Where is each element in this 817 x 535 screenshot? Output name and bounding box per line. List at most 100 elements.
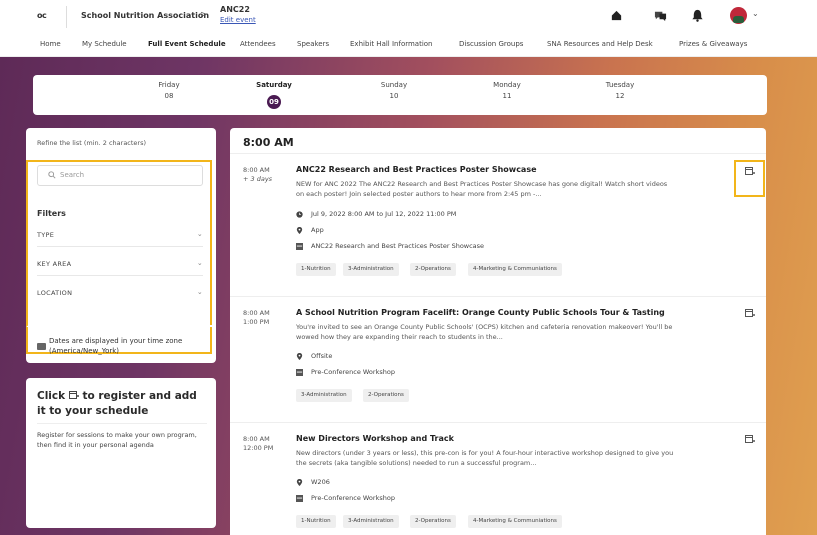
nav-item-prizes[interactable]: Prizes & Giveaways [679, 40, 747, 48]
day-number: 12 [615, 92, 625, 100]
day-name: Friday [158, 81, 180, 89]
location-pin-icon [296, 227, 303, 234]
divider [66, 6, 67, 28]
org-name[interactable]: School Nutrition Association [81, 11, 209, 20]
divider [37, 246, 203, 247]
calendar-add-icon[interactable] [745, 434, 755, 444]
session-end: + 3 days [243, 175, 273, 183]
time-heading: 8:00 AM [243, 136, 294, 149]
chat-icon[interactable] [654, 9, 667, 22]
location-pin-icon [296, 353, 303, 360]
search-placeholder: Search [60, 171, 85, 179]
day-tab-monday[interactable]: Monday 11 [467, 81, 547, 100]
top-bar: oc School Nutrition Association > ANC22 … [0, 0, 817, 33]
chevron-down-icon: ⌄ [196, 259, 203, 267]
nav-item-my-schedule[interactable]: My Schedule [82, 40, 127, 48]
day-name: Monday [493, 81, 521, 89]
session-title[interactable]: ANC22 Research and Best Practices Poster… [296, 165, 537, 174]
filter-type[interactable]: TYPE ⌄ [37, 230, 203, 239]
track-icon [296, 243, 303, 250]
app-logo[interactable]: oc [37, 11, 47, 20]
calendar-add-icon[interactable] [745, 308, 755, 318]
nav-item-discussion-groups[interactable]: Discussion Groups [459, 40, 523, 48]
divider [37, 423, 207, 424]
divider [230, 296, 766, 297]
session-time: 8:00 AM 1:00 PM [243, 309, 270, 327]
day-number: 08 [164, 92, 174, 100]
location-pin-icon [296, 479, 303, 486]
day-tab-sunday[interactable]: Sunday 10 [354, 81, 434, 100]
filter-label: LOCATION [37, 289, 73, 297]
session-location: W206 [311, 478, 330, 486]
session-tag[interactable]: 3-Administration [296, 389, 352, 402]
session-title[interactable]: A School Nutrition Program Facelift: Ora… [296, 308, 665, 317]
nav-item-full-event-schedule[interactable]: Full Event Schedule [148, 40, 226, 48]
session-start: 8:00 AM [243, 166, 270, 174]
filter-key-area[interactable]: KEY AREA ⌄ [37, 259, 203, 268]
session-time: 8:00 AM 12:00 PM [243, 435, 273, 453]
nav-item-attendees[interactable]: Attendees [240, 40, 276, 48]
session-datetime: Jul 9, 2022 8:00 AM to Jul 12, 2022 11:0… [311, 210, 457, 218]
session-start: 8:00 AM [243, 435, 270, 443]
day-name: Tuesday [605, 81, 635, 89]
chevron-down-icon: ⌄ [196, 230, 203, 238]
filter-label: TYPE [37, 231, 55, 239]
session-tag[interactable]: 2-Operations [363, 389, 409, 402]
register-text: Register for sessions to make your own p… [37, 431, 197, 449]
day-tab-friday[interactable]: Friday 08 [129, 81, 209, 100]
filter-location[interactable]: LOCATION ⌄ [37, 288, 203, 297]
timezone-text: Dates are displayed in your time zone (A… [49, 337, 183, 355]
session-tag[interactable]: 2-Operations [410, 515, 456, 528]
day-number: 10 [389, 92, 399, 100]
divider [230, 153, 766, 154]
avatar[interactable] [730, 7, 747, 24]
session-description: NEW for ANC 2022 The ANC22 Research and … [296, 180, 668, 198]
session-title[interactable]: New Directors Workshop and Track [296, 434, 454, 443]
session-end: 12:00 PM [243, 444, 274, 452]
session-track: Pre-Conference Workshop [311, 494, 395, 502]
session-tag[interactable]: 3-Administration [343, 515, 399, 528]
track-icon [296, 495, 303, 502]
divider [230, 422, 766, 423]
session-tag[interactable]: 4-Marketing & Communiations [468, 515, 562, 528]
session-tag[interactable]: 1-Nutrition [296, 263, 336, 276]
chevron-down-icon[interactable]: ⌄ [752, 9, 759, 18]
nav-item-home[interactable]: Home [40, 40, 61, 48]
nav-item-exhibit-hall[interactable]: Exhibit Hall Information [350, 40, 433, 48]
day-number: 11 [502, 92, 512, 100]
breadcrumb-chevron: > [200, 10, 208, 20]
register-title-start: Click [37, 390, 66, 402]
day-tab-tuesday[interactable]: Tuesday 12 [580, 81, 660, 100]
main-nav: Home My Schedule Full Event Schedule Att… [0, 33, 817, 57]
refine-label: Refine the list (min. 2 characters) [37, 139, 147, 147]
home-icon[interactable] [610, 9, 623, 22]
nav-item-speakers[interactable]: Speakers [297, 40, 329, 48]
session-tag[interactable]: 4-Marketing & Communiations [468, 263, 562, 276]
session-tag[interactable]: 1-Nutrition [296, 515, 336, 528]
bell-icon[interactable] [691, 9, 704, 22]
day-name: Sunday [380, 81, 408, 89]
session-track: ANC22 Research and Best Practices Poster… [311, 242, 485, 250]
event-name: ANC22 [220, 5, 250, 14]
filter-label: KEY AREA [37, 260, 72, 268]
calendar-add-icon [68, 391, 79, 399]
session-location: App [311, 226, 324, 234]
track-icon [296, 369, 303, 376]
edit-event-link[interactable]: Edit event [220, 16, 256, 24]
session-tag[interactable]: 3-Administration [343, 263, 399, 276]
day-name: Saturday [256, 81, 292, 89]
search-icon [48, 171, 56, 179]
session-time: 8:00 AM + 3 days [243, 166, 272, 184]
divider [37, 275, 203, 276]
session-end: 1:00 PM [243, 318, 270, 326]
session-description: You're invited to see an Orange County P… [296, 323, 673, 341]
session-tag[interactable]: 2-Operations [410, 263, 456, 276]
nav-item-resources[interactable]: SNA Resources and Help Desk [547, 40, 653, 48]
highlight-register-button [734, 160, 765, 197]
session-track: Pre-Conference Workshop [311, 368, 395, 376]
register-title: Click to register and add it to your sch… [37, 389, 207, 419]
clock-icon [296, 211, 303, 218]
filters-title: Filters [37, 209, 66, 218]
day-selector: Friday 08 Saturday 09 Sunday 10 Monday 1… [33, 75, 767, 115]
day-tab-saturday[interactable]: Saturday 09 [234, 81, 314, 109]
